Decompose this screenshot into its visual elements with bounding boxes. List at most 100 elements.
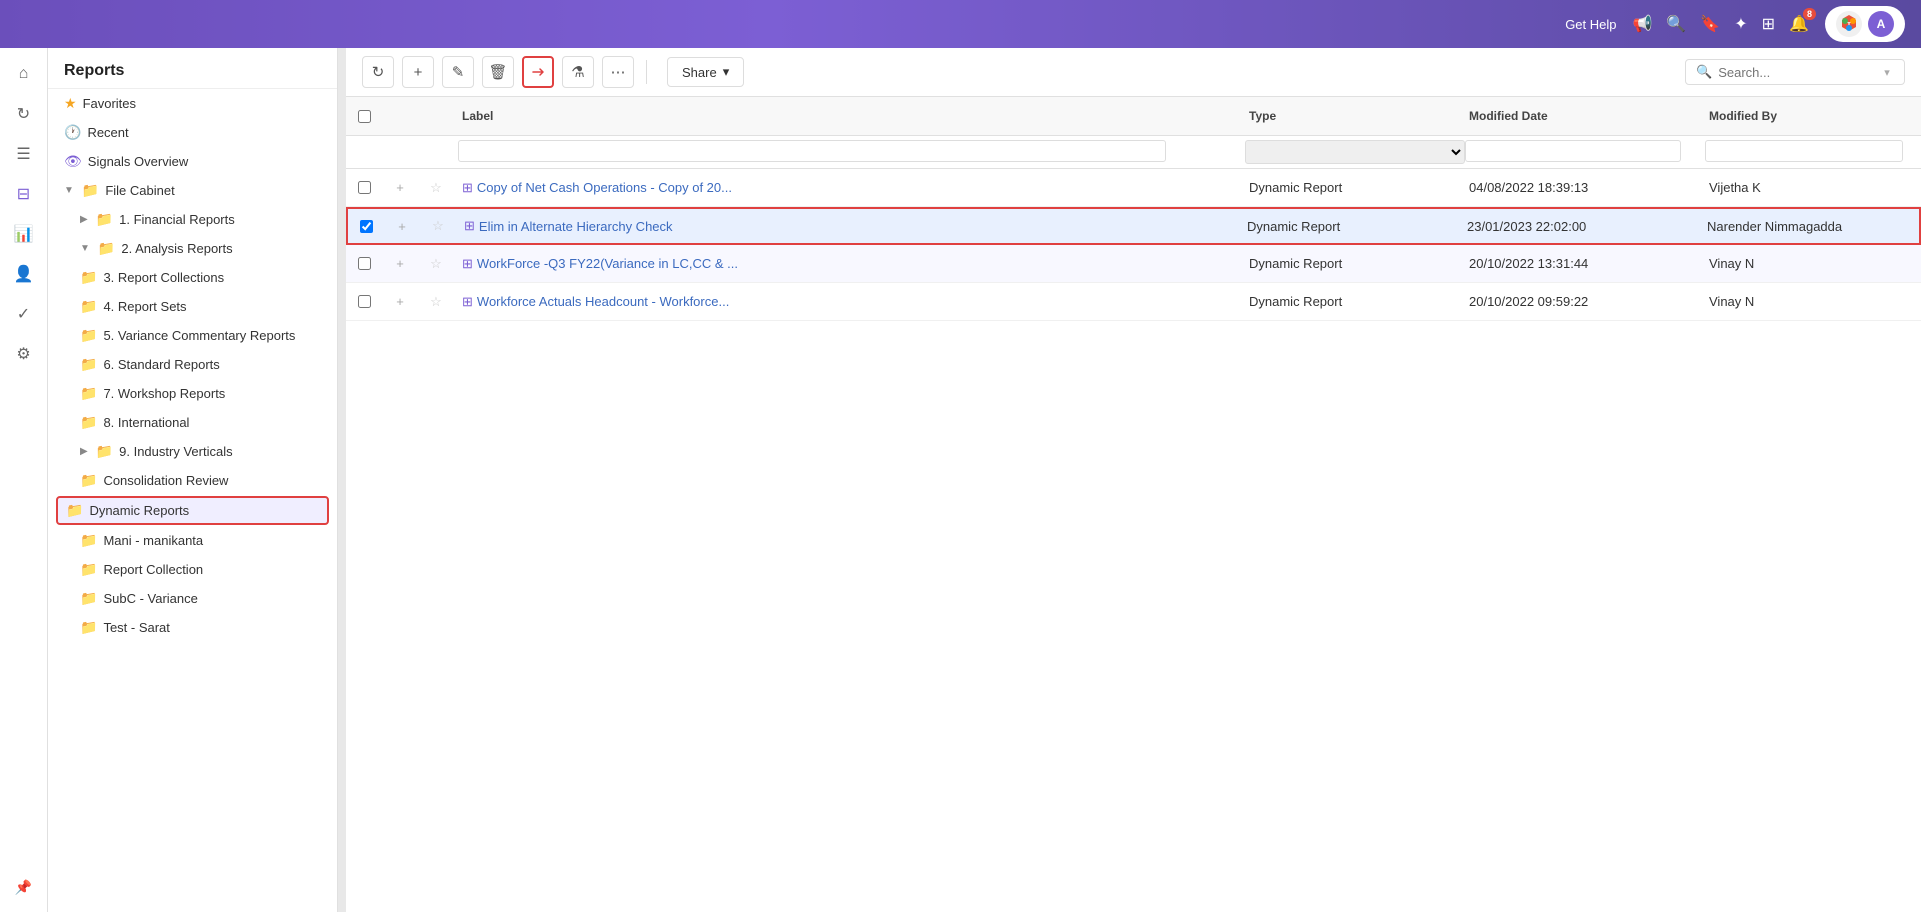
get-help-link[interactable]: Get Help bbox=[1565, 17, 1616, 32]
row-star-cell-0[interactable]: ☆ bbox=[418, 174, 454, 202]
sidebar-item-standard-label: 6. Standard Reports bbox=[103, 357, 219, 372]
sidebar-item-analysis-reports[interactable]: ▼ 📁 2. Analysis Reports bbox=[48, 234, 337, 263]
sidebar-item-international[interactable]: 📁 8. International bbox=[48, 408, 337, 437]
user-avatar-box[interactable]: A bbox=[1825, 6, 1905, 42]
row-checkbox-cell-3 bbox=[346, 289, 382, 314]
nav-settings-icon[interactable]: ⚙ bbox=[6, 336, 42, 372]
nav-home-icon[interactable]: ⌂ bbox=[6, 56, 42, 92]
sidebar-item-subc-label: SubC - Variance bbox=[103, 591, 197, 606]
sidebar-item-report-collections[interactable]: 📁 3. Report Collections bbox=[48, 263, 337, 292]
sidebar-item-favorites[interactable]: ★ Favorites bbox=[48, 89, 337, 118]
table-row: + ☆ ⊞ Elim in Alternate Hierarchy Check … bbox=[346, 207, 1921, 245]
sidebar-item-mani[interactable]: 📁 Mani - manikanta bbox=[48, 526, 337, 555]
row-add-cell-0[interactable]: + bbox=[382, 174, 418, 201]
more-button[interactable]: ⋯ bbox=[602, 56, 634, 88]
col-header-star bbox=[418, 105, 454, 127]
header-icons: 📢 🔍 🔖 ✦ ⊞ 🔔 8 bbox=[1633, 14, 1810, 34]
sidebar-item-standard-reports[interactable]: 📁 6. Standard Reports bbox=[48, 350, 337, 379]
filter-type-cell: Dynamic Report bbox=[1241, 140, 1461, 164]
report-grid-icon-1: ⊞ bbox=[464, 218, 475, 234]
announcement-icon[interactable]: 📢 bbox=[1633, 14, 1653, 34]
sidebar-item-variance-commentary[interactable]: 📁 5. Variance Commentary Reports bbox=[48, 321, 337, 350]
nav-chart-icon[interactable]: 📊 bbox=[6, 216, 42, 252]
col-header-label[interactable]: Label bbox=[454, 105, 1241, 127]
apps-icon[interactable]: ⊞ bbox=[1762, 14, 1775, 34]
standard-folder-icon: 📁 bbox=[80, 356, 97, 373]
edit-button[interactable]: ✎ bbox=[442, 56, 474, 88]
toolbar-divider bbox=[646, 60, 647, 84]
search-dropdown-arrow[interactable]: ▾ bbox=[1884, 66, 1890, 79]
row-checkbox-0[interactable] bbox=[358, 181, 371, 194]
search-input[interactable] bbox=[1718, 65, 1878, 80]
sidebar-item-signals[interactable]: 👁 Signals Overview bbox=[48, 147, 337, 176]
row-label-1[interactable]: ⊞ Elim in Alternate Hierarchy Check bbox=[456, 212, 1239, 240]
filter-check-cell bbox=[346, 140, 382, 164]
filter-label-input[interactable] bbox=[458, 140, 1166, 162]
mani-folder-icon: 📁 bbox=[80, 532, 97, 549]
sidebar-item-file-cabinet[interactable]: ▼ 📁 File Cabinet bbox=[48, 176, 337, 205]
row-star-cell-1[interactable]: ☆ bbox=[420, 212, 456, 240]
user-initial: A bbox=[1868, 11, 1894, 37]
sidebar-item-dynamic-reports[interactable]: 📁 Dynamic Reports bbox=[56, 496, 329, 525]
nav-person-icon[interactable]: 👤 bbox=[6, 256, 42, 292]
share-dropdown-icon: ▾ bbox=[723, 64, 730, 80]
row-label-0[interactable]: ⊞ Copy of Net Cash Operations - Copy of … bbox=[454, 174, 1241, 202]
nav-reports-icon[interactable]: ☰ bbox=[6, 136, 42, 172]
row-label-2[interactable]: ⊞ WorkForce -Q3 FY22(Variance in LC,CC &… bbox=[454, 250, 1241, 278]
nav-refresh-icon[interactable]: ↻ bbox=[6, 96, 42, 132]
nav-checkmark-icon[interactable]: ✓ bbox=[6, 296, 42, 332]
sidebar-item-financial-reports[interactable]: ▶ 📁 1. Financial Reports bbox=[48, 205, 337, 234]
main-layout: ⌂ ↻ ☰ ⊟ 📊 👤 ✓ ⚙ 📌 Reports ★ Favorites 🕐 … bbox=[0, 48, 1921, 912]
row-label-text-2: WorkForce -Q3 FY22(Variance in LC,CC & .… bbox=[477, 256, 738, 271]
sidebar-resize-handle[interactable] bbox=[338, 48, 346, 912]
user-logo-icon bbox=[1836, 11, 1862, 37]
add-button[interactable]: + bbox=[402, 56, 434, 88]
col-header-modified-date[interactable]: Modified Date bbox=[1461, 105, 1701, 127]
row-add-cell-1[interactable]: + bbox=[384, 213, 420, 240]
filter-date-cell bbox=[1461, 140, 1701, 164]
row-add-cell-2[interactable]: + bbox=[382, 250, 418, 277]
top-header: Get Help 📢 🔍 🔖 ✦ ⊞ 🔔 8 A bbox=[0, 0, 1921, 48]
nav-grid-icon[interactable]: ⊟ bbox=[6, 176, 42, 212]
row-add-cell-3[interactable]: + bbox=[382, 288, 418, 315]
row-checkbox-1[interactable] bbox=[360, 220, 373, 233]
compass-icon[interactable]: ✦ bbox=[1734, 14, 1747, 34]
filter-by-input[interactable] bbox=[1705, 140, 1903, 162]
filter-type-select[interactable]: Dynamic Report bbox=[1245, 140, 1465, 164]
sidebar-item-report-sets[interactable]: 📁 4. Report Sets bbox=[48, 292, 337, 321]
col-header-check bbox=[346, 105, 382, 127]
notification-icon[interactable]: 🔔 8 bbox=[1789, 14, 1809, 34]
sidebar-item-report-collection[interactable]: 📁 Report Collection bbox=[48, 555, 337, 584]
row-date-0: 04/08/2022 18:39:13 bbox=[1461, 174, 1701, 201]
table-row: + ☆ ⊞ Workforce Actuals Headcount - Work… bbox=[346, 283, 1921, 321]
col-header-modified-by[interactable]: Modified By bbox=[1701, 105, 1921, 127]
sidebar-item-recent[interactable]: 🕐 Recent bbox=[48, 118, 337, 147]
col-header-type[interactable]: Type bbox=[1241, 105, 1461, 127]
sidebar-item-test-sarat[interactable]: 📁 Test - Sarat bbox=[48, 613, 337, 642]
sidebar-item-industry-verticals[interactable]: ▶ 📁 9. Industry Verticals bbox=[48, 437, 337, 466]
search-icon[interactable]: 🔍 bbox=[1666, 14, 1686, 34]
row-star-cell-3[interactable]: ☆ bbox=[418, 288, 454, 316]
refresh-button[interactable]: ↻ bbox=[362, 56, 394, 88]
filter-date-input[interactable] bbox=[1465, 140, 1681, 162]
filter-button[interactable]: ⚗ bbox=[562, 56, 594, 88]
row-checkbox-3[interactable] bbox=[358, 295, 371, 308]
sidebar-item-analysis-label: 2. Analysis Reports bbox=[121, 241, 232, 256]
bookmark-icon[interactable]: 🔖 bbox=[1700, 14, 1720, 34]
share-button[interactable]: Share ▾ bbox=[667, 57, 744, 87]
row-label-3[interactable]: ⊞ Workforce Actuals Headcount - Workforc… bbox=[454, 288, 1241, 316]
row-checkbox-2[interactable] bbox=[358, 257, 371, 270]
row-star-cell-2[interactable]: ☆ bbox=[418, 250, 454, 278]
sidebar-item-report-collections-label: 3. Report Collections bbox=[103, 270, 224, 285]
sidebar-item-workshop-reports[interactable]: 📁 7. Workshop Reports bbox=[48, 379, 337, 408]
select-all-checkbox[interactable] bbox=[358, 110, 371, 123]
sidebar-item-file-cabinet-label: File Cabinet bbox=[105, 183, 174, 198]
sidebar-item-subc-variance[interactable]: 📁 SubC - Variance bbox=[48, 584, 337, 613]
delete-button[interactable]: 🗑 bbox=[482, 56, 514, 88]
sidebar-item-consolidation-review[interactable]: 📁 Consolidation Review bbox=[48, 466, 337, 495]
pin-icon[interactable]: 📌 bbox=[15, 879, 32, 896]
report-sets-folder-icon: 📁 bbox=[80, 298, 97, 315]
move-button[interactable] bbox=[522, 56, 554, 88]
row-by-3: Vinay N bbox=[1701, 288, 1921, 315]
row-checkbox-cell-0 bbox=[346, 175, 382, 200]
